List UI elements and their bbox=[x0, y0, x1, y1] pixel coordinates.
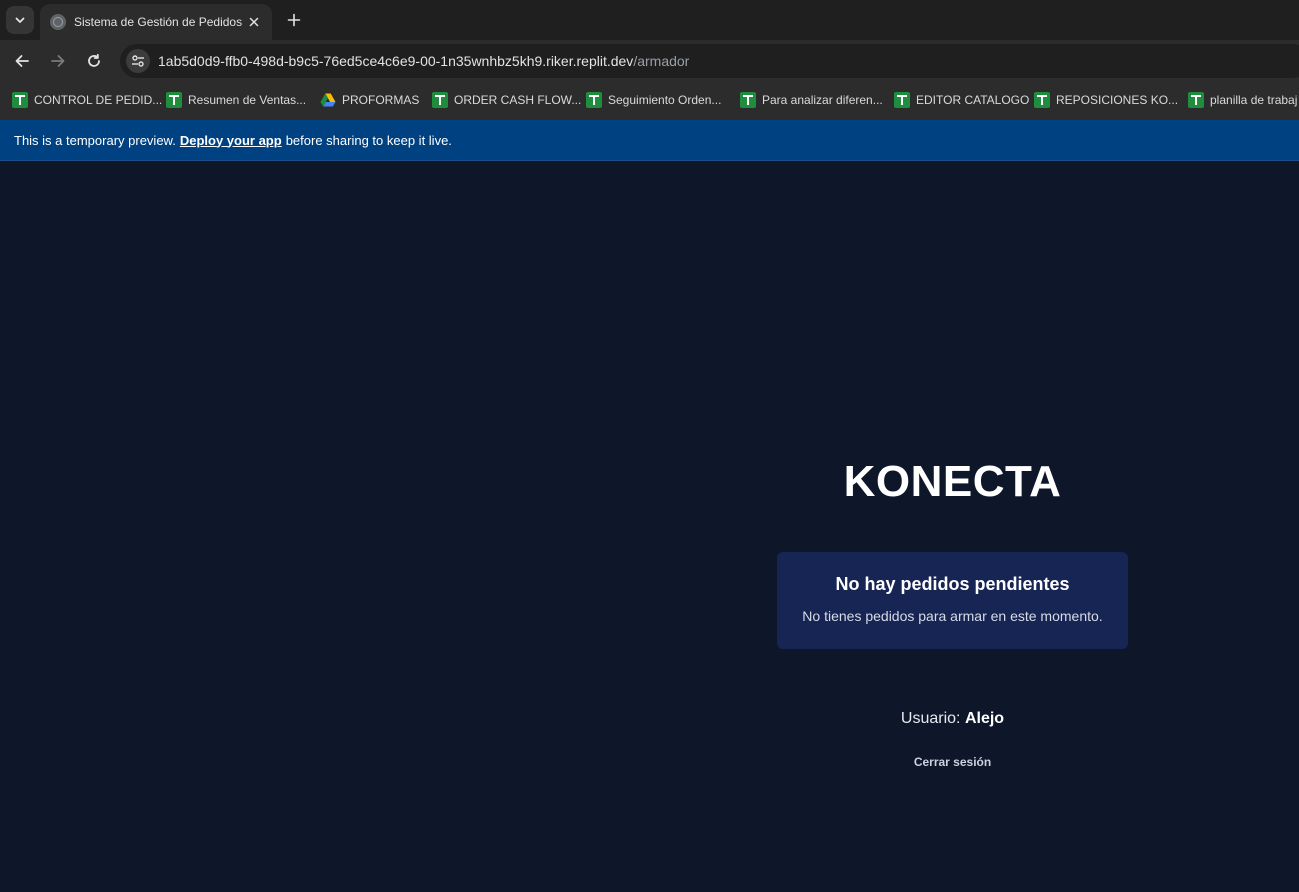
back-button[interactable] bbox=[9, 48, 35, 74]
bookmark-item[interactable]: CONTROL DE PEDID... bbox=[12, 90, 162, 110]
browser-tab-active[interactable]: Sistema de Gestión de Pedidos bbox=[40, 4, 272, 40]
bookmark-label: planilla de trabaj bbox=[1210, 93, 1298, 107]
bookmark-label: PROFORMAS bbox=[342, 93, 420, 107]
bookmark-label: CONTROL DE PEDID... bbox=[34, 93, 163, 107]
sheets-icon bbox=[1188, 92, 1204, 108]
bookmark-item[interactable]: PROFORMAS bbox=[320, 90, 419, 110]
logout-button[interactable]: Cerrar sesión bbox=[902, 755, 1003, 769]
bookmark-item[interactable]: REPOSICIONES KO... bbox=[1034, 90, 1178, 110]
bookmark-label: Seguimiento Orden... bbox=[608, 93, 722, 107]
sheets-icon bbox=[740, 92, 756, 108]
globe-icon bbox=[50, 14, 66, 30]
tab-title: Sistema de Gestión de Pedidos bbox=[74, 15, 243, 29]
reload-icon bbox=[88, 53, 100, 67]
url-path: /armador bbox=[633, 53, 690, 69]
arrow-left-icon bbox=[15, 55, 29, 67]
bookmark-label: Para analizar diferen... bbox=[762, 93, 883, 107]
bookmark-label: REPOSICIONES KO... bbox=[1056, 93, 1179, 107]
address-bar[interactable]: 1ab5d0d9-ffb0-498d-b9c5-76ed5ce4c6e9-00-… bbox=[120, 44, 1299, 78]
drive-icon bbox=[320, 93, 336, 107]
arrow-right-icon bbox=[51, 55, 65, 67]
sheets-icon bbox=[432, 92, 448, 108]
browser-toolbar: 1ab5d0d9-ffb0-498d-b9c5-76ed5ce4c6e9-00-… bbox=[0, 40, 1299, 80]
new-tab-button[interactable] bbox=[282, 8, 306, 32]
empty-orders-message: No tienes pedidos para armar en este mom… bbox=[802, 608, 1103, 624]
bookmark-item[interactable]: Para analizar diferen... bbox=[740, 90, 883, 110]
url-text: 1ab5d0d9-ffb0-498d-b9c5-76ed5ce4c6e9-00-… bbox=[158, 53, 689, 69]
tab-close-button[interactable] bbox=[246, 14, 262, 30]
plus-icon bbox=[287, 13, 301, 27]
bookmark-label: Resumen de Ventas... bbox=[188, 93, 307, 107]
sheets-icon bbox=[586, 92, 602, 108]
sheets-icon bbox=[166, 92, 182, 108]
user-label: Usuario: bbox=[900, 710, 961, 727]
brand-title: KONECTA bbox=[843, 457, 1062, 506]
site-info-button[interactable] bbox=[126, 49, 150, 73]
empty-orders-title: No hay pedidos pendientes bbox=[835, 574, 1070, 594]
bookmark-item[interactable]: Seguimiento Orden... bbox=[586, 90, 721, 110]
sheets-icon bbox=[894, 92, 910, 108]
browser-tab-strip: Sistema de Gestión de Pedidos bbox=[0, 0, 1299, 40]
empty-orders-card: No hay pedidos pendientes No tienes pedi… bbox=[777, 552, 1128, 649]
forward-button[interactable] bbox=[45, 48, 71, 74]
bookmark-item[interactable]: Resumen de Ventas... bbox=[166, 90, 306, 110]
user-name: Alejo bbox=[964, 710, 1005, 727]
tune-icon bbox=[132, 55, 144, 67]
banner-prefix: This is a temporary preview. bbox=[14, 132, 176, 148]
bookmark-item[interactable]: planilla de trabaj bbox=[1188, 90, 1297, 110]
tab-search-button[interactable] bbox=[6, 6, 34, 34]
sheets-icon bbox=[1034, 92, 1050, 108]
app-main: KONECTA No hay pedidos pendientes No tie… bbox=[0, 161, 1299, 892]
bookmark-item[interactable]: EDITOR CATALOGO bbox=[894, 90, 1029, 110]
reload-button[interactable] bbox=[81, 48, 107, 74]
deploy-app-link[interactable]: Deploy your app bbox=[180, 133, 282, 148]
current-user: Usuario: Alejo bbox=[777, 710, 1128, 728]
bookmark-label: EDITOR CATALOGO bbox=[916, 93, 1030, 107]
bookmarks-bar: CONTROL DE PEDID... Resumen de Ventas...… bbox=[0, 80, 1299, 120]
close-icon bbox=[249, 17, 259, 27]
url-host: 1ab5d0d9-ffb0-498d-b9c5-76ed5ce4c6e9-00-… bbox=[158, 53, 634, 69]
preview-banner: This is a temporary preview. Deploy your… bbox=[0, 120, 1299, 161]
chevron-down-icon bbox=[15, 17, 25, 23]
bookmark-label: ORDER CASH FLOW... bbox=[454, 93, 582, 107]
sheets-icon bbox=[12, 92, 28, 108]
bookmark-item[interactable]: ORDER CASH FLOW... bbox=[432, 90, 581, 110]
banner-suffix: before sharing to keep it live. bbox=[285, 132, 452, 148]
